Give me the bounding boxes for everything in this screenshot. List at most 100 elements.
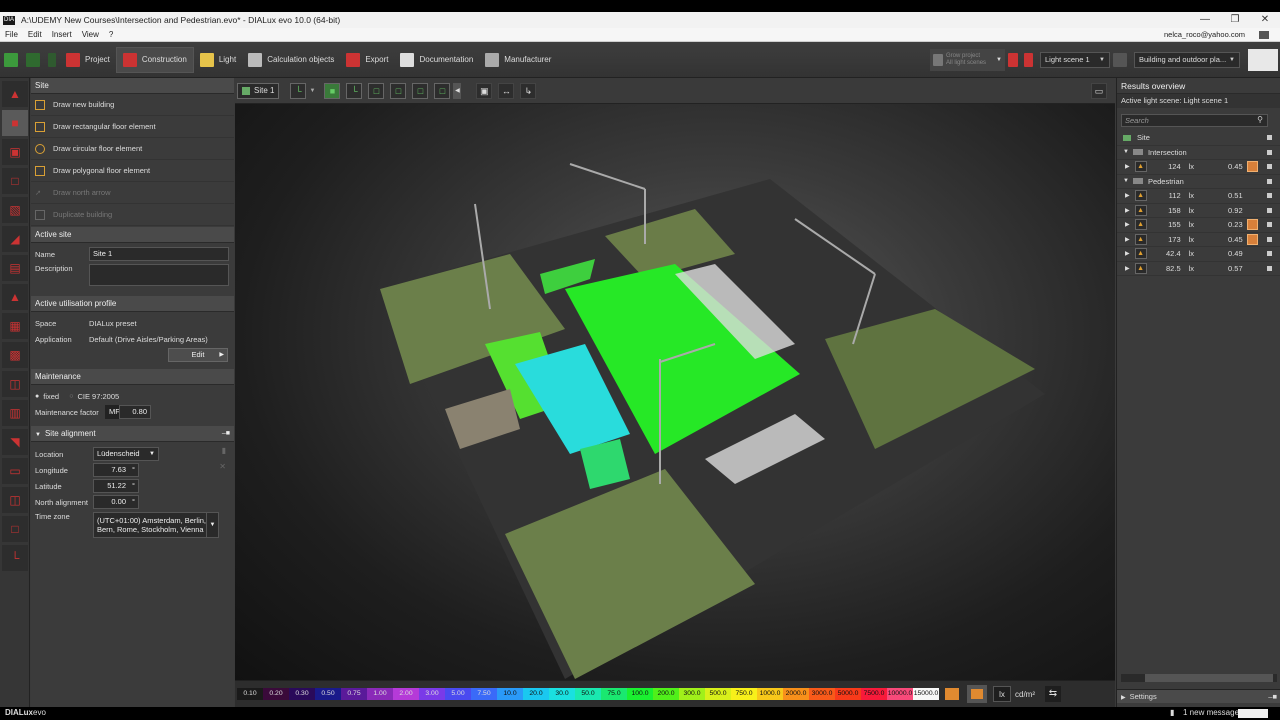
sidebar-axis-button[interactable]: └ — [2, 545, 28, 571]
cie-radio[interactable]: ○ — [69, 393, 73, 400]
result-row[interactable]: ▶ ▲ 155 lx 0.23 — [1117, 218, 1280, 233]
delete-calculation-button[interactable] — [1005, 47, 1021, 73]
result-row[interactable]: ▶ ▲ 173 lx 0.45 — [1117, 233, 1280, 247]
sidebar-storey-button[interactable]: □ — [2, 168, 28, 194]
chevron-down-icon[interactable]: ▼ — [309, 88, 315, 94]
message-icon[interactable]: ▮ — [1170, 708, 1174, 717]
scrollbar-thumb[interactable] — [1145, 674, 1273, 682]
tab-light[interactable]: Light — [194, 47, 242, 73]
fixed-radio[interactable]: ● — [35, 393, 39, 400]
user-account[interactable]: nelca_roco@yahoo.com — [1164, 30, 1245, 39]
isolines-toggle[interactable] — [967, 685, 987, 703]
unit-lx-button[interactable]: lx — [993, 686, 1011, 702]
sidebar-roof-button[interactable]: ▲ — [2, 284, 28, 310]
sidebar-stairs-button[interactable]: ▥ — [2, 400, 28, 426]
result-row[interactable]: ▶ ▲ 42.4 lx 0.49 — [1117, 247, 1280, 262]
sidebar-measure-button[interactable]: □ — [2, 516, 28, 542]
result-row[interactable]: ▶ ▲ 112 lx 0.51 — [1117, 189, 1280, 204]
measure-button[interactable]: ↔ — [498, 82, 515, 99]
edit-profile-button[interactable]: Edit ▶ — [168, 348, 228, 362]
site-selector[interactable]: Site 1 — [237, 82, 280, 99]
view-mode-select[interactable]: Building and outdoor pla... ▼ — [1134, 51, 1240, 68]
sidebar-cube-button[interactable]: ▩ — [2, 342, 28, 368]
new-message-label[interactable]: 1 new message — [1183, 708, 1239, 717]
delete-results-button[interactable] — [1021, 47, 1036, 73]
mf-field[interactable]: 0.80 — [119, 405, 151, 419]
grow-project-dropdown-icon[interactable]: ▼ — [996, 57, 1002, 63]
menu-file[interactable]: File — [5, 30, 18, 39]
timezone-select[interactable]: (UTC+01:00) Amsterdam, Berlin, Bern, Rome… — [93, 512, 219, 538]
name-field[interactable]: Site 1 — [89, 247, 229, 261]
view-3d-button[interactable]: ■ — [324, 82, 341, 99]
sidebar-wall-button[interactable]: ▧ — [2, 197, 28, 223]
results-group-header[interactable]: ▼ Pedestrian — [1117, 175, 1280, 189]
message-area[interactable] — [1238, 709, 1268, 718]
pin-icon[interactable]: –■ — [222, 426, 230, 442]
view-side-button[interactable]: □ — [390, 82, 407, 99]
menu-view[interactable]: View — [82, 30, 99, 39]
action-draw-polygonal-floor[interactable]: Draw polygonal floor element — [31, 160, 234, 182]
sidebar-cutout-button[interactable]: ◫ — [2, 371, 28, 397]
view-iso-button[interactable]: □ — [434, 82, 451, 99]
sidebar-door-button[interactable]: ▤ — [2, 255, 28, 281]
sidebar-site-button[interactable]: ▲ — [2, 81, 28, 107]
sidebar-building-button[interactable]: ■ — [2, 110, 28, 136]
view-front-button[interactable]: □ — [368, 82, 385, 99]
tab-construction[interactable]: Construction — [115, 46, 194, 73]
sidebar-room-button[interactable]: ▣ — [2, 139, 28, 165]
undo-button[interactable] — [22, 47, 44, 73]
menu-edit[interactable]: Edit — [28, 30, 42, 39]
description-field[interactable] — [89, 264, 229, 286]
3d-scene[interactable] — [235, 104, 1115, 680]
collapse-toolbar-button[interactable]: ◀ — [453, 82, 462, 99]
action-duplicate-building[interactable]: Duplicate building — [31, 204, 234, 226]
view-filter-button[interactable]: └ — [290, 82, 307, 99]
tab-export[interactable]: Export — [340, 47, 394, 73]
sidebar-floor-button[interactable]: ◢ — [2, 226, 28, 252]
north-alignment-field[interactable]: 0.00 ° — [93, 495, 139, 509]
sidebar-column-button[interactable]: ▭ — [2, 458, 28, 484]
swap-legend-button[interactable]: ⇆ — [1045, 686, 1061, 702]
user-panel-button[interactable] — [1248, 48, 1278, 71]
grow-project-button[interactable]: Grow project All light scenes ▼ — [930, 48, 1005, 71]
false-color-toggle[interactable] — [945, 688, 959, 700]
location-select[interactable]: Lüdenscheid ▼ — [93, 447, 159, 461]
sidebar-section-button[interactable]: ◫ — [2, 487, 28, 513]
view-plan-button[interactable]: └ — [346, 82, 363, 99]
redo-button[interactable] — [44, 47, 60, 73]
sidebar-window-button[interactable]: ▦ — [2, 313, 28, 339]
site-alignment-header[interactable]: ▼ Site alignment –■ — [31, 426, 234, 442]
user-menu-icon[interactable] — [1259, 30, 1269, 39]
view-back-button[interactable]: □ — [412, 82, 429, 99]
longitude-field[interactable]: 7.63 ° — [93, 463, 139, 477]
site-row[interactable]: Site — [1117, 131, 1280, 146]
sidebar-material-button[interactable]: ◥ — [2, 429, 28, 455]
action-draw-north-arrow[interactable]: ➚ Draw north arrow — [31, 182, 234, 204]
minimize-button[interactable]: — — [1190, 12, 1220, 28]
action-draw-new-building[interactable]: Draw new building — [31, 94, 234, 116]
latitude-field[interactable]: 51.22 ° — [93, 479, 139, 493]
tab-documentation[interactable]: Documentation — [394, 47, 479, 73]
menu-help[interactable]: ? — [109, 30, 113, 39]
action-draw-rectangular-floor[interactable]: Draw rectangular floor element — [31, 116, 234, 138]
save-button[interactable] — [0, 47, 22, 73]
results-group-header[interactable]: ▼ Intersection — [1117, 146, 1280, 160]
result-row[interactable]: ▶ ▲ 158 lx 0.92 — [1117, 204, 1280, 218]
results-scrollbar[interactable] — [1121, 674, 1277, 682]
axis-button[interactable]: ↳ — [520, 82, 537, 99]
result-row[interactable]: ▶ ▲ 82.5 lx 0.57 — [1117, 262, 1280, 276]
tab-manufacturer[interactable]: Manufacturer — [479, 47, 557, 73]
light-scene-select[interactable]: Light scene 1 ▼ — [1040, 51, 1110, 68]
tab-project[interactable]: Project — [60, 47, 116, 73]
zoom-extents-button[interactable]: ▣ — [476, 82, 493, 99]
tab-calculation-objects[interactable]: Calculation objects — [242, 47, 340, 73]
restore-button[interactable]: ❐ — [1220, 12, 1250, 28]
result-row[interactable]: ▶ ▲ 124 lx 0.45 — [1117, 160, 1280, 175]
results-search[interactable]: Search ⚲ — [1121, 114, 1268, 127]
menu-insert[interactable]: Insert — [52, 30, 72, 39]
display-options-button[interactable]: ▭ — [1091, 82, 1107, 99]
clear-icon[interactable]: ✕ — [219, 462, 226, 471]
unit-cd-button[interactable]: cd/m² — [1015, 690, 1035, 699]
action-draw-circular-floor[interactable]: Draw circular floor element — [31, 138, 234, 160]
location-settings-icon[interactable]: ▮ — [222, 446, 226, 455]
